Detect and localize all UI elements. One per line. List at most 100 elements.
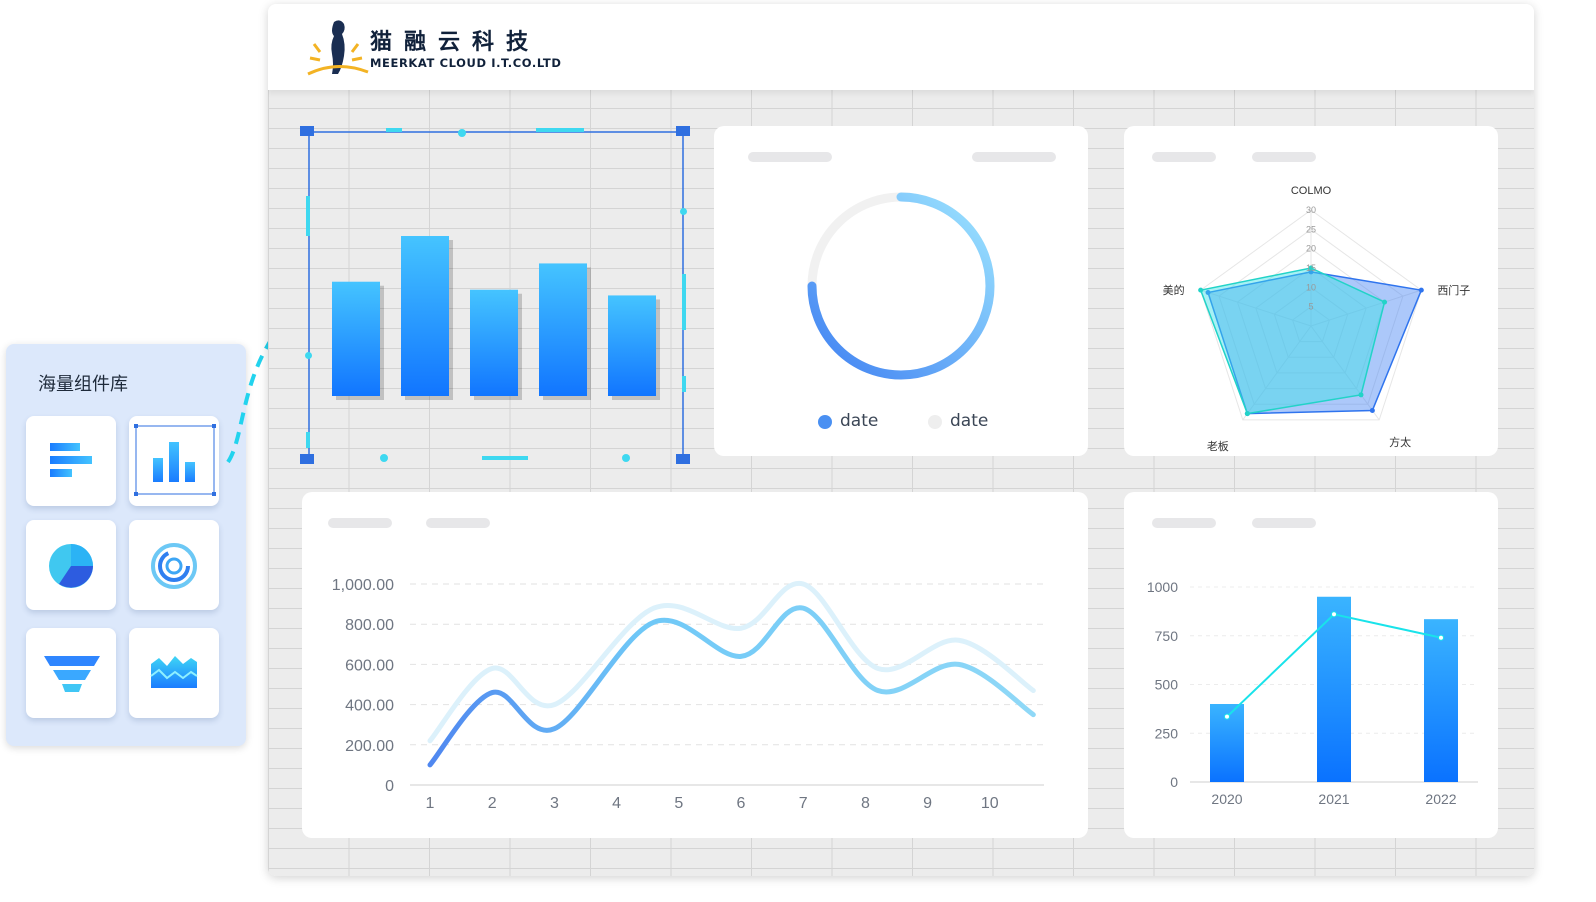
column-chart-icon [134, 424, 216, 496]
legend-dot-2 [928, 415, 942, 429]
resize-handle-bottom-right[interactable] [676, 454, 690, 464]
edge-handle-bottom-dot-1[interactable] [380, 454, 388, 462]
radar-axis-label: 老板 [1207, 439, 1229, 453]
combo-chart-card[interactable]: 0 250 500 750 1000 2020 2021 2022 [1124, 492, 1498, 838]
line-point [1224, 713, 1230, 720]
edge-handle-left-2[interactable] [306, 432, 310, 448]
x-tick-label: 4 [612, 795, 621, 812]
edge-handle-top-1[interactable] [386, 128, 402, 132]
y-tick-label: 800.00 [345, 617, 394, 634]
combo-chart: 0 250 500 750 1000 2020 2021 2022 [1147, 579, 1478, 807]
component-tile-funnel[interactable] [26, 628, 116, 718]
radar-tick-label: 15 [1306, 263, 1316, 273]
x-tick-label: 9 [923, 795, 932, 812]
bar [1424, 619, 1458, 782]
edge-handle-bottom-dot-2[interactable] [622, 454, 630, 462]
line-point [1438, 634, 1444, 641]
line-series [427, 581, 1036, 744]
legend-label-2: date [950, 411, 989, 431]
app-header: 猫融云科技 MEERKAT CLOUD I.T.CO.LTD [268, 4, 1534, 90]
radar-point [1244, 411, 1250, 417]
edge-handle-right-2[interactable] [682, 376, 686, 392]
y-tick-label: 500 [1155, 677, 1179, 693]
edge-handle-right-1[interactable] [682, 274, 686, 330]
x-tick-label: 2022 [1425, 791, 1456, 807]
component-tile-horizontal-bar[interactable] [26, 416, 116, 506]
radar-point [1198, 287, 1204, 293]
radar-tick-label: 25 [1306, 224, 1316, 234]
component-tile-pie[interactable] [26, 520, 116, 610]
x-tick-label: 5 [674, 795, 683, 812]
resize-handle-top-right[interactable] [676, 126, 690, 136]
radar-series-area [1199, 267, 1386, 415]
component-library-panel: 海量组件库 [6, 344, 246, 746]
y-tick-label: 400.00 [345, 698, 394, 715]
funnel-chart-icon [44, 656, 100, 692]
selected-bar-chart-widget[interactable] [300, 126, 690, 464]
bar [470, 289, 518, 396]
y-tick-label: 1000 [1147, 579, 1178, 595]
radar-point [1369, 407, 1375, 413]
radar-point [1418, 287, 1424, 293]
component-tile-area[interactable] [129, 628, 219, 718]
y-tick-label: 0 [385, 778, 394, 795]
dashboard-window: 猫融云科技 MEERKAT CLOUD I.T.CO.LTD date date… [268, 4, 1534, 876]
line-chart: 0 200.00 400.00 600.00 800.00 1,000.00 1 2 3 4 5 6 7… [332, 577, 1044, 812]
radar-axis-label: 方太 [1389, 435, 1411, 449]
y-tick-label: 600.00 [345, 657, 394, 674]
component-tile-column[interactable] [129, 416, 219, 506]
bar [539, 263, 587, 396]
placeholder-subtitle [972, 152, 1056, 162]
component-tile-ring[interactable] [129, 520, 219, 610]
edge-handle-top-2[interactable] [536, 128, 584, 132]
placeholder-title [748, 152, 832, 162]
radar-axis-label: 美的 [1163, 283, 1185, 297]
ring-chart-icon [151, 543, 197, 589]
bar-chart [308, 131, 684, 462]
area-chart-icon [150, 656, 198, 688]
radar-chart-card[interactable]: 30 25 20 15 10 5 COLMO 西门子 方太 老板 美的 [1124, 126, 1498, 456]
line-point [1331, 611, 1337, 618]
donut-chart [807, 192, 995, 380]
legend-dot-1 [818, 415, 832, 429]
donut-chart-card[interactable]: date date [714, 126, 1088, 456]
radar-tick-label: 30 [1306, 205, 1316, 215]
radar-point [1358, 392, 1364, 398]
radar-tick-label: 20 [1306, 244, 1316, 254]
edge-handle-left-1[interactable] [306, 196, 310, 236]
bar [401, 236, 449, 396]
y-tick-label: 750 [1155, 628, 1179, 644]
x-tick-label: 2020 [1211, 791, 1242, 807]
radar-tick-label: 5 [1308, 302, 1313, 312]
x-tick-label: 2 [488, 795, 497, 812]
canvas-grid: date date 30 25 20 15 10 5 COLMO 西门子 方太 老板 美的 0 200… [268, 90, 1534, 876]
y-tick-label: 200.00 [345, 738, 394, 755]
meerkat-logo-icon [307, 20, 369, 76]
resize-handle-top-left[interactable] [300, 126, 314, 136]
y-tick-label: 1,000.00 [332, 577, 394, 594]
radar-chart: 30 25 20 15 10 5 COLMO 西门子方太 老板 美的 [1163, 185, 1471, 453]
x-tick-label: 8 [861, 795, 870, 812]
brand-name-cn: 猫融云科技 [370, 30, 541, 55]
line-chart-card[interactable]: 0 200.00 400.00 600.00 800.00 1,000.00 1 2 3 4 5 6 7… [302, 492, 1088, 838]
edge-handle-right-dot[interactable] [680, 208, 687, 215]
x-tick-label: 6 [737, 795, 746, 812]
horizontal-bar-chart-icon [50, 443, 92, 477]
x-tick-label: 3 [550, 795, 559, 812]
x-tick-label: 1 [426, 795, 435, 812]
x-tick-label: 10 [981, 795, 999, 812]
y-tick-label: 250 [1155, 725, 1179, 741]
bar [608, 295, 656, 396]
component-library-title: 海量组件库 [38, 374, 128, 395]
edge-handle-top-dot[interactable] [458, 129, 466, 137]
y-tick-label: 0 [1170, 774, 1178, 790]
edge-handle-bottom-1[interactable] [482, 456, 528, 460]
radar-tick-label: 10 [1306, 282, 1316, 292]
radar-axis-label: 西门子 [1437, 283, 1470, 297]
brand-name-en: MEERKAT CLOUD I.T.CO.LTD [370, 56, 562, 70]
bar [332, 281, 380, 396]
x-tick-label: 2021 [1318, 791, 1349, 807]
edge-handle-left-dot[interactable] [305, 352, 312, 359]
legend-label-1: date [840, 411, 879, 431]
resize-handle-bottom-left[interactable] [300, 454, 314, 464]
